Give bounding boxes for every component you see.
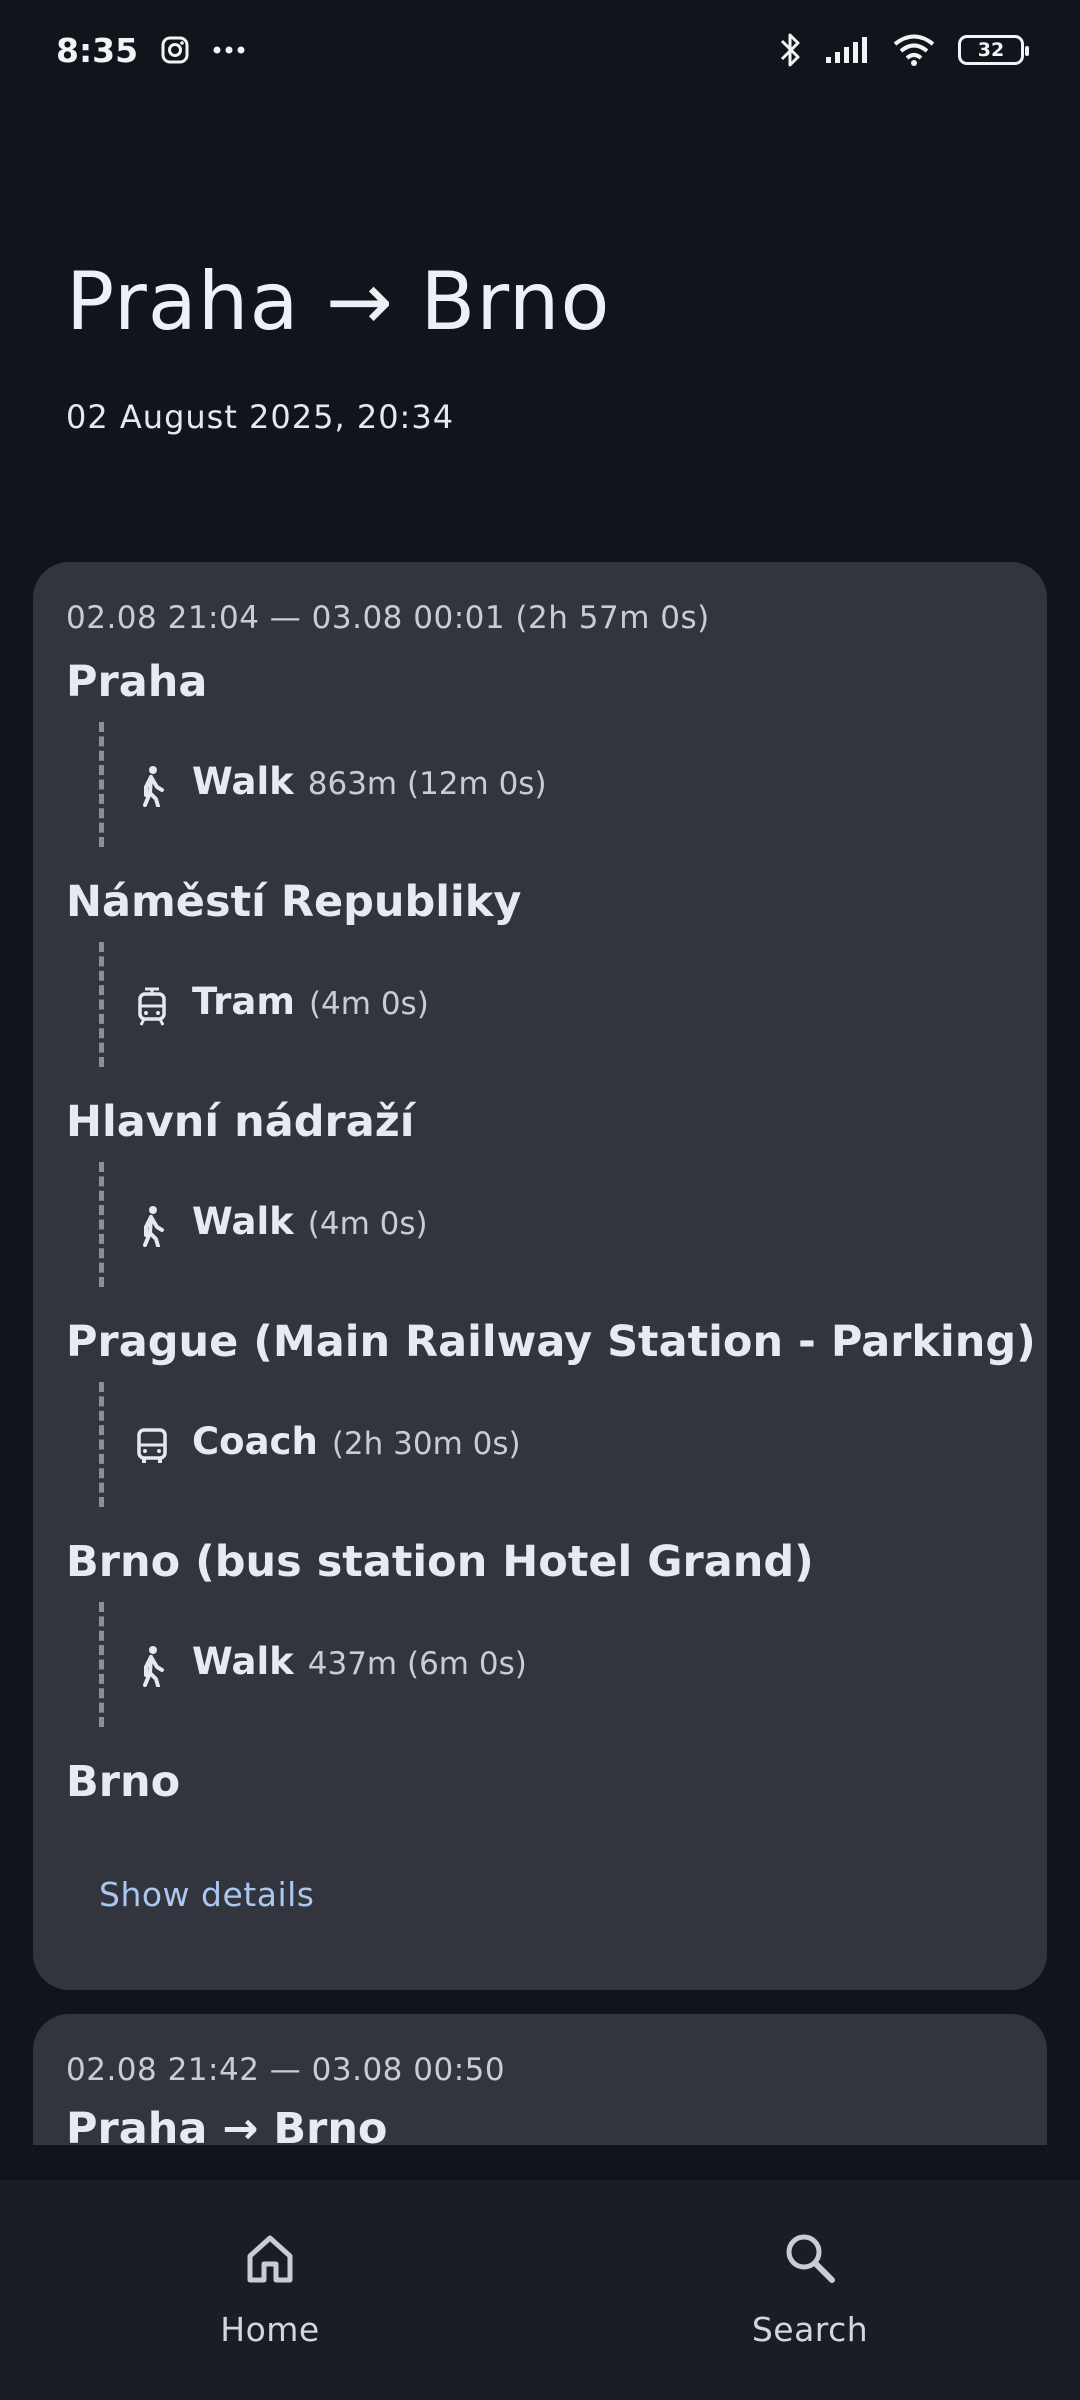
search-icon [780, 2228, 840, 2288]
status-bar-left: 8:35 [56, 31, 246, 70]
bottom-navigation: Home Search [0, 2180, 1080, 2400]
leg-mode: Tram [192, 980, 295, 1023]
stop-name: Brno (bus station Hotel Grand) [66, 1537, 814, 1587]
leg-info: 863m (12m 0s) [307, 766, 547, 802]
trip-leg: Walk 437m (6m 0s) [66, 1602, 966, 1727]
instagram-icon [160, 35, 190, 65]
leg-info: (2h 30m 0s) [331, 1426, 521, 1462]
page-title: Praha → Brno [66, 255, 611, 348]
stop-name: Náměstí Republiky [66, 877, 522, 927]
leg-info: (4m 0s) [307, 1206, 428, 1242]
trip-summary: 02.08 21:04 — 03.08 00:01 (2h 57m 0s) [66, 600, 710, 636]
more-dots-icon [212, 45, 246, 55]
nav-search-label: Search [751, 2310, 869, 2349]
walk-icon [132, 1204, 172, 1248]
home-icon [240, 2228, 300, 2288]
leg-mode: Walk [192, 1200, 294, 1243]
leg-mode: Walk [192, 760, 294, 803]
trip-summary: 02.08 21:42 — 03.08 00:50 [66, 2052, 506, 2088]
show-details-button[interactable]: Show details [99, 1875, 314, 1914]
status-bar-right: 32 [778, 31, 1029, 69]
bluetooth-icon [778, 31, 802, 69]
leg-connector [99, 722, 104, 847]
trip-title: Praha → Brno [66, 2104, 388, 2145]
trip-card[interactable]: 02.08 21:42 — 03.08 00:50 Praha → Brno [33, 2014, 1047, 2145]
leg-connector [99, 942, 104, 1067]
leg-connector [99, 1162, 104, 1287]
status-bar: 8:35 32 [0, 0, 1080, 100]
clock: 8:35 [56, 30, 139, 70]
battery-icon: 32 [958, 35, 1029, 65]
trip-leg: Coach (2h 30m 0s) [66, 1382, 966, 1507]
trip-leg: Walk 863m (12m 0s) [66, 722, 966, 847]
bus-icon [132, 1424, 172, 1468]
stop-name: Prague (Main Railway Station - Parking) [66, 1317, 1036, 1367]
leg-mode: Coach [192, 1420, 318, 1463]
trip-list[interactable]: 02.08 21:04 — 03.08 00:01 (2h 57m 0s) Pr… [0, 560, 1080, 2145]
battery-level: 32 [977, 39, 1005, 61]
trip-leg: Tram (4m 0s) [66, 942, 966, 1067]
stop-name: Hlavní nádraží [66, 1097, 415, 1147]
nav-search[interactable]: Search [540, 2180, 1080, 2400]
signal-icon [824, 35, 870, 65]
stop-name: Praha [66, 657, 208, 707]
trip-leg: Walk (4m 0s) [66, 1162, 966, 1287]
trip-card[interactable]: 02.08 21:04 — 03.08 00:01 (2h 57m 0s) Pr… [33, 562, 1047, 1990]
leg-connector [99, 1382, 104, 1507]
wifi-icon [892, 33, 936, 67]
leg-info: (4m 0s) [308, 986, 429, 1022]
leg-connector [99, 1602, 104, 1727]
nav-home[interactable]: Home [0, 2180, 540, 2400]
search-date: 02 August 2025, 20:34 [66, 398, 455, 436]
stop-name: Brno [66, 1757, 181, 1807]
walk-icon [132, 1644, 172, 1688]
walk-icon [132, 764, 172, 808]
nav-home-label: Home [220, 2310, 320, 2349]
tram-icon [132, 984, 172, 1028]
leg-info: 437m (6m 0s) [307, 1646, 527, 1682]
leg-mode: Walk [192, 1640, 294, 1683]
